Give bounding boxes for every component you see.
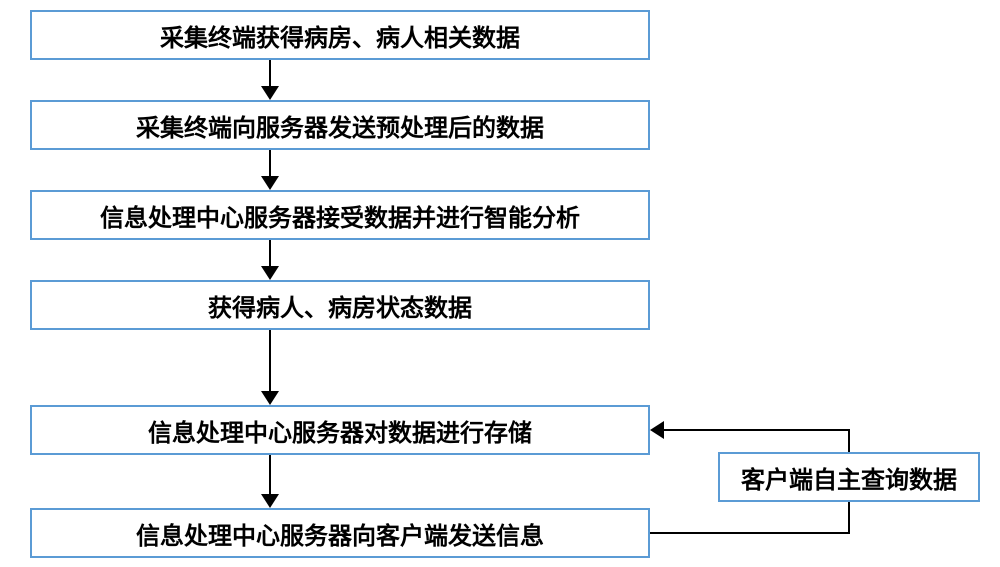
side-step-box: 客户端自主查询数据 <box>718 452 980 502</box>
connector-side-vert <box>848 502 850 534</box>
step-4-label: 获得病人、病房状态数据 <box>208 288 472 323</box>
step-2-label: 采集终端向服务器发送预处理后的数据 <box>136 108 544 143</box>
arrow-1-to-2 <box>269 60 271 98</box>
side-step-label: 客户端自主查询数据 <box>741 460 957 495</box>
step-6-box: 信息处理中心服务器向客户端发送信息 <box>30 508 650 558</box>
arrow-3-to-4 <box>269 240 271 278</box>
step-2-box: 采集终端向服务器发送预处理后的数据 <box>30 100 650 150</box>
step-1-label: 采集终端获得病房、病人相关数据 <box>160 18 520 53</box>
connector-side-up <box>848 429 850 452</box>
arrow-2-to-3 <box>269 150 271 188</box>
step-3-box: 信息处理中心服务器接受数据并进行智能分析 <box>30 190 650 240</box>
step-5-label: 信息处理中心服务器对数据进行存储 <box>148 413 532 448</box>
step-1-box: 采集终端获得病房、病人相关数据 <box>30 10 650 60</box>
connector-box6-to-side-horiz <box>650 532 850 534</box>
arrow-5-to-6 <box>269 455 271 506</box>
step-5-box: 信息处理中心服务器对数据进行存储 <box>30 405 650 455</box>
arrow-4-to-5 <box>269 330 271 403</box>
arrow-side-to-box5 <box>652 429 850 431</box>
step-3-label: 信息处理中心服务器接受数据并进行智能分析 <box>100 198 580 233</box>
step-4-box: 获得病人、病房状态数据 <box>30 280 650 330</box>
step-6-label: 信息处理中心服务器向客户端发送信息 <box>136 516 544 551</box>
